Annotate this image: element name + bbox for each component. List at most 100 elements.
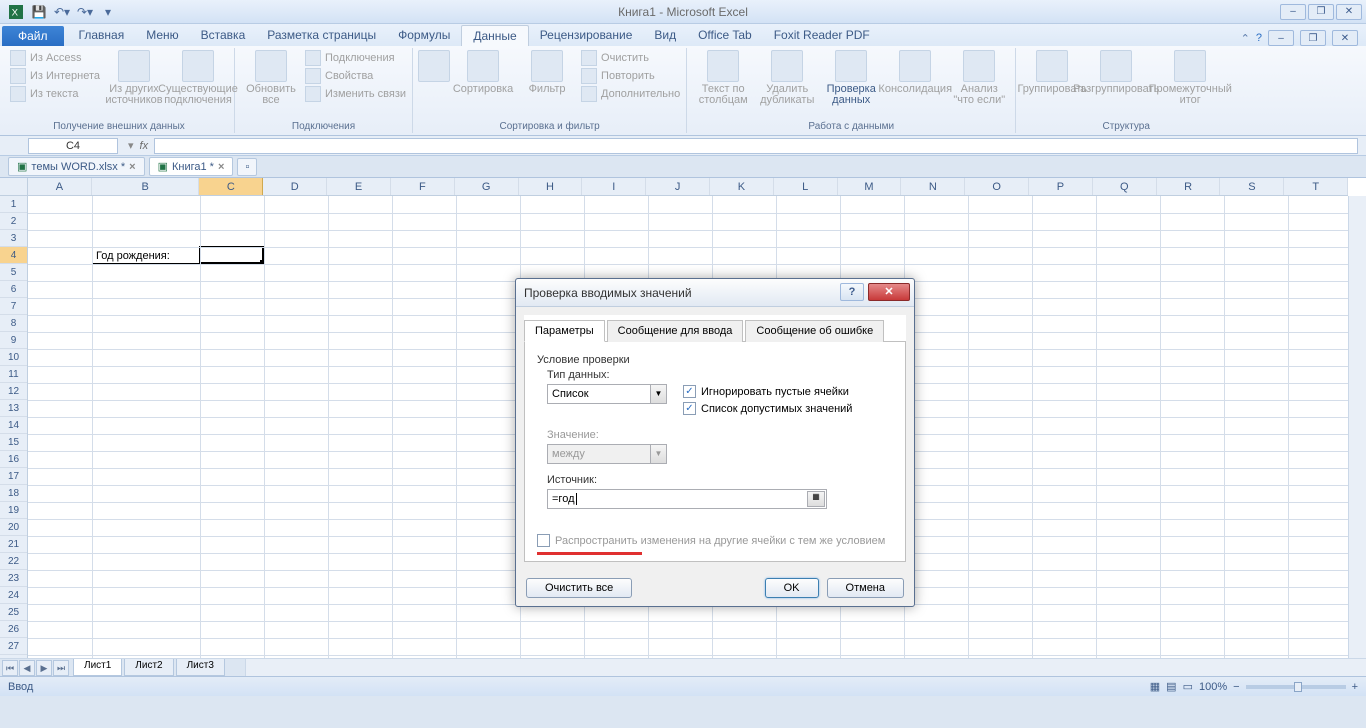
column-header[interactable]: G [455, 178, 519, 195]
save-icon[interactable]: 💾 [29, 2, 49, 22]
remove-duplicates-button[interactable]: Удалить дубликаты [757, 50, 817, 106]
properties-button[interactable]: Свойства [305, 68, 406, 84]
view-pagebreak-icon[interactable]: ▭ [1183, 680, 1193, 693]
horizontal-scrollbar[interactable] [245, 659, 1366, 676]
ribbon-tab-вставка[interactable]: Вставка [190, 25, 257, 46]
from-web-button[interactable]: Из Интернета [10, 68, 100, 84]
reapply-button[interactable]: Повторить [581, 68, 680, 84]
zoom-out-button[interactable]: − [1233, 681, 1239, 693]
file-tab[interactable]: Файл [2, 26, 64, 46]
minimize-ribbon-icon[interactable]: ⌃ [1241, 32, 1250, 45]
row-header[interactable]: 7 [0, 298, 27, 315]
zoom-level[interactable]: 100% [1199, 681, 1227, 693]
column-header[interactable]: J [646, 178, 710, 195]
ribbon-tab-меню[interactable]: Меню [135, 25, 189, 46]
ribbon-tab-рецензирование[interactable]: Рецензирование [529, 25, 644, 46]
row-header[interactable]: 16 [0, 451, 27, 468]
tab-parameters[interactable]: Параметры [524, 320, 605, 342]
what-if-button[interactable]: Анализ "что если" [949, 50, 1009, 106]
sheet-nav-next[interactable]: ▶ [36, 660, 52, 676]
row-header[interactable]: 14 [0, 417, 27, 434]
row-header[interactable]: 9 [0, 332, 27, 349]
ribbon-tab-разметка страницы[interactable]: Разметка страницы [256, 25, 387, 46]
sheet-nav-first[interactable]: ⏮ [2, 660, 18, 676]
row-header[interactable]: 27 [0, 638, 27, 655]
row-header[interactable]: 11 [0, 366, 27, 383]
column-header[interactable]: O [965, 178, 1029, 195]
select-all-corner[interactable] [0, 178, 28, 196]
refresh-all-button[interactable]: Обновить все [241, 50, 301, 106]
sheet-tab[interactable]: Лист2 [124, 659, 173, 676]
ribbon-tab-главная[interactable]: Главная [68, 25, 136, 46]
column-header[interactable]: Q [1093, 178, 1157, 195]
row-header[interactable]: 17 [0, 468, 27, 485]
row-header[interactable]: 6 [0, 281, 27, 298]
dialog-close-button[interactable]: ✕ [868, 283, 910, 301]
clear-filter-button[interactable]: Очистить [581, 50, 680, 66]
column-header[interactable]: K [710, 178, 774, 195]
column-header[interactable]: M [838, 178, 902, 195]
row-header[interactable]: 1 [0, 196, 27, 213]
row-header[interactable]: 8 [0, 315, 27, 332]
row-header[interactable]: 25 [0, 604, 27, 621]
fx-icon[interactable]: fx [140, 140, 149, 152]
close-icon[interactable]: × [129, 161, 135, 173]
minimize-button[interactable]: – [1280, 4, 1306, 20]
vertical-scrollbar[interactable] [1348, 196, 1366, 658]
filter-button[interactable]: Фильтр [517, 50, 577, 95]
other-sources-button[interactable]: Из других источников [104, 50, 164, 106]
column-header[interactable]: T [1284, 178, 1348, 195]
edit-links-button[interactable]: Изменить связи [305, 86, 406, 102]
row-header[interactable]: 15 [0, 434, 27, 451]
row-header[interactable]: 13 [0, 400, 27, 417]
column-header[interactable]: C [199, 178, 263, 195]
column-header[interactable]: E [327, 178, 391, 195]
sheet-tab[interactable]: Лист3 [176, 659, 225, 676]
row-header[interactable]: 10 [0, 349, 27, 366]
help-icon[interactable]: ? [1256, 32, 1262, 44]
consolidate-button[interactable]: Консолидация [885, 50, 945, 95]
ribbon-tab-вид[interactable]: Вид [643, 25, 687, 46]
sort-az-button[interactable] [419, 50, 449, 82]
close-icon[interactable]: × [218, 161, 224, 173]
workbook-close-button[interactable]: ✕ [1332, 30, 1358, 46]
column-header[interactable]: P [1029, 178, 1093, 195]
column-header[interactable]: B [92, 178, 200, 195]
dialog-titlebar[interactable]: Проверка вводимых значений ? ✕ [516, 279, 914, 307]
cell-b4[interactable]: Год рождения: [92, 247, 200, 264]
row-header[interactable]: 5 [0, 264, 27, 281]
maximize-button[interactable]: ❐ [1308, 4, 1334, 20]
from-text-button[interactable]: Из текста [10, 86, 100, 102]
workbook-minimize-button[interactable]: – [1268, 30, 1294, 46]
existing-connections-button[interactable]: Существующие подключения [168, 50, 228, 106]
redo-icon[interactable]: ↷▾ [75, 2, 95, 22]
clear-all-button[interactable]: Очистить все [526, 578, 632, 598]
row-header[interactable]: 23 [0, 570, 27, 587]
column-header[interactable]: H [519, 178, 583, 195]
tab-input-message[interactable]: Сообщение для ввода [607, 320, 744, 342]
tab-error-alert[interactable]: Сообщение об ошибке [745, 320, 884, 342]
workbook-restore-button[interactable]: ❐ [1300, 30, 1326, 46]
row-header[interactable]: 24 [0, 587, 27, 604]
ribbon-tab-office tab[interactable]: Office Tab [687, 25, 763, 46]
new-tab-button[interactable]: ▫ [237, 158, 257, 176]
range-picker-icon[interactable]: ▦ [807, 491, 825, 507]
text-to-columns-button[interactable]: Текст по столбцам [693, 50, 753, 106]
ok-button[interactable]: OK [765, 578, 819, 598]
namebox-dropdown-icon[interactable]: ▾ [128, 139, 134, 152]
column-header[interactable]: D [263, 178, 327, 195]
row-header[interactable]: 18 [0, 485, 27, 502]
excel-icon[interactable]: X [6, 2, 26, 22]
row-header[interactable]: 26 [0, 621, 27, 638]
from-access-button[interactable]: Из Access [10, 50, 100, 66]
dialog-help-button[interactable]: ? [840, 283, 864, 301]
row-header[interactable]: 21 [0, 536, 27, 553]
column-header[interactable]: I [582, 178, 646, 195]
workbook-tab[interactable]: ▣ темы WORD.xlsx * × [8, 157, 145, 176]
name-box[interactable]: C4 [28, 138, 118, 154]
cancel-button[interactable]: Отмена [827, 578, 904, 598]
advanced-button[interactable]: Дополнительно [581, 86, 680, 102]
row-header[interactable]: 4 [0, 247, 27, 264]
view-layout-icon[interactable]: ▤ [1166, 680, 1176, 693]
qat-customize-icon[interactable]: ▾ [98, 2, 118, 22]
